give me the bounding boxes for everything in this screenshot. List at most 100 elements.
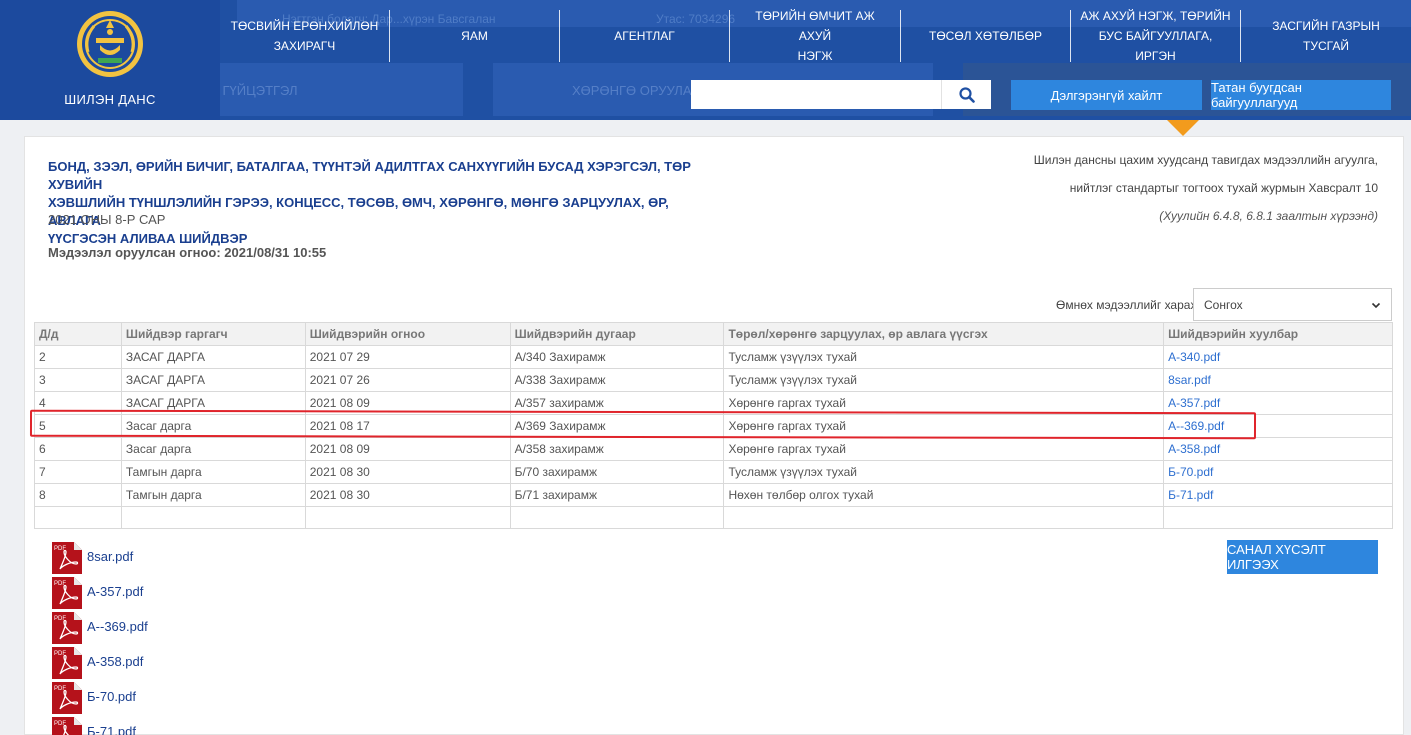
ghost-tab-investment-label: ХӨРӨНГӨ ОРУУЛАЛТ <box>572 83 709 98</box>
pdf-file-icon: PDF <box>52 612 82 644</box>
attachment-item[interactable]: PDF A--369.pdf <box>50 612 250 646</box>
chevron-down-icon <box>1371 302 1381 308</box>
regulation-note-line-2: нийтлэг стандартыг тогтоох тухай журмын … <box>1069 181 1378 195</box>
select-value: Сонгох <box>1204 297 1243 312</box>
cell-number: А/358 захирамж <box>509 437 725 461</box>
nav-label: ЗАСГИЙН ГАЗРЫН ТУСГАЙ <box>1272 19 1380 53</box>
cell-empty <box>120 506 306 529</box>
cell-empty <box>34 506 122 529</box>
pdf-file-icon: PDF <box>52 542 82 574</box>
cell-no: 7 <box>34 460 122 484</box>
col-header-number: Шийдвэрийн дугаар <box>509 322 725 346</box>
pdf-link[interactable]: A--369.pdf <box>1163 414 1393 438</box>
table-row: 2 ЗАСАГ ДАРГА 2021 07 29 А/340 Захирамж … <box>34 345 1393 369</box>
pdf-link[interactable]: 8sar.pdf <box>1163 368 1393 392</box>
cell-date: 2021 08 30 <box>304 483 511 507</box>
cell-number: Б/70 захирамж <box>509 460 725 484</box>
attachment-item[interactable]: PDF A-358.pdf <box>50 647 250 681</box>
cell-number: А/338 Захирамж <box>509 368 725 392</box>
nav-item-special-government[interactable]: ЗАСГИЙН ГАЗРЫН ТУСГАЙ <box>1241 10 1411 62</box>
table-row: 5 Засаг дарга 2021 08 17 А/369 Захирамж … <box>34 414 1393 438</box>
col-header-issuer: Шийдвэр гаргагч <box>120 322 306 346</box>
site-header: Нэгтгэн бодогч: Дар...хүрэн Бавсгалан Ут… <box>0 0 1411 120</box>
pdf-file-icon: PDF <box>52 647 82 679</box>
attachment-name[interactable]: A--369.pdf <box>87 619 148 634</box>
pdf-link[interactable]: Б-71.pdf <box>1163 483 1393 507</box>
pdf-file-icon: PDF <box>52 717 82 735</box>
cell-issuer: Засаг дарга <box>120 414 306 438</box>
document-title: БОНД, ЗЭЭЛ, ӨРИЙН БИЧИГ, БАТАЛГАА, ТҮҮНТ… <box>48 158 708 248</box>
attachment-item[interactable]: PDF 8sar.pdf <box>50 542 250 576</box>
nav-label: ТӨСӨЛ ХӨТӨЛБӨР <box>929 29 1042 43</box>
table-row: 3 ЗАСАГ ДАРГА 2021 07 26 А/338 Захирамж … <box>34 368 1393 392</box>
cell-number: А/340 Захирамж <box>509 345 725 369</box>
previous-info-select[interactable]: Сонгох <box>1193 288 1392 321</box>
main-nav: ТӨСВИЙН ЕРӨНХИЙЛӨН ЗАХИРАГЧ ЯАМ АГЕНТЛАГ … <box>220 9 1411 63</box>
cell-type: Хөрөнгө гаргах тухай <box>723 391 1165 415</box>
cell-no: 6 <box>34 437 122 461</box>
cell-no: 4 <box>34 391 122 415</box>
pdf-file-icon: PDF <box>52 682 82 714</box>
attachment-name[interactable]: 8sar.pdf <box>87 549 133 564</box>
cell-number: Б/71 захирамж <box>509 483 725 507</box>
cell-type: Хөрөнгө гаргах тухай <box>723 414 1165 438</box>
attachment-item[interactable]: PDF Б-71.pdf <box>50 717 250 735</box>
cell-date: 2021 08 17 <box>304 414 511 438</box>
attachment-name[interactable]: Б-71.pdf <box>87 724 136 735</box>
attachment-item[interactable]: PDF Б-70.pdf <box>50 682 250 716</box>
table-row: 4 ЗАСАГ ДАРГА 2021 08 09 А/357 захирамж … <box>34 391 1393 415</box>
nav-item-agency[interactable]: АГЕНТЛАГ <box>560 10 730 62</box>
cell-type: Тусламж үзүүлэх тухай <box>723 460 1165 484</box>
nav-label: ТӨРИЙН ӨМЧИТ АЖ АХУЙ <box>755 9 875 43</box>
table-row: 8 Тамгын дарга 2021 08 30 Б/71 захирамж … <box>34 483 1393 507</box>
entered-date: Мэдээлэл оруулсан огноо: 2021/08/31 10:5… <box>48 245 327 260</box>
cell-type: Тусламж үзүүлэх тухай <box>723 368 1165 392</box>
nav-item-businesses-ngo[interactable]: АЖ АХУЙ НЭГЖ, ТӨРИЙН БУС БАЙГУУЛЛАГА, ИРГ… <box>1071 9 1241 63</box>
nav-item-budget-governor[interactable]: ТӨСВИЙН ЕРӨНХИЙЛӨН ЗАХИРАГЧ <box>220 10 390 62</box>
cell-type: Тусламж үзүүлэх тухай <box>723 345 1165 369</box>
cell-no: 2 <box>34 345 122 369</box>
cell-date: 2021 08 30 <box>304 460 511 484</box>
cell-type: Хөрөнгө гаргах тухай <box>723 437 1165 461</box>
cell-issuer: ЗАСАГ ДАРГА <box>120 345 306 369</box>
cell-no: 3 <box>34 368 122 392</box>
send-feedback-button[interactable]: САНАЛ ХҮСЭЛТ ИЛГЭЭХ <box>1227 540 1378 574</box>
nav-label: НЭГЖ <box>797 49 833 63</box>
cell-date: 2021 08 09 <box>304 437 511 461</box>
cell-issuer: Тамгын дарга <box>120 483 306 507</box>
pdf-link[interactable]: A-357.pdf <box>1163 391 1393 415</box>
attachment-name[interactable]: A-357.pdf <box>87 584 143 599</box>
attachment-name[interactable]: Б-70.pdf <box>87 689 136 704</box>
cell-number: А/357 захирамж <box>509 391 725 415</box>
active-tab-caret <box>1167 120 1199 136</box>
cell-empty <box>1163 506 1393 529</box>
cell-empty <box>509 506 725 529</box>
attachment-name[interactable]: A-358.pdf <box>87 654 143 669</box>
previous-info-label: Өмнөх мэдээллийг харах <box>1056 298 1197 312</box>
cell-type: Нөхөн төлбөр олгох тухай <box>723 483 1165 507</box>
decisions-table: Д/д Шийдвэр гаргагч Шийдвэрийн огноо Ший… <box>34 322 1393 529</box>
search-button[interactable] <box>941 80 991 109</box>
pdf-link[interactable]: A-358.pdf <box>1163 437 1393 461</box>
document-period: 2021 ОНЫ 8-Р САР <box>48 212 166 227</box>
pdf-link[interactable]: A-340.pdf <box>1163 345 1393 369</box>
nav-label: ЗАХИРАГЧ <box>273 39 336 53</box>
nav-item-projects[interactable]: ТӨСӨЛ ХӨТӨЛБӨР <box>901 10 1071 62</box>
nav-label: АЖ АХУЙ НЭГЖ, ТӨРИЙН <box>1080 9 1231 23</box>
site-title: ШИЛЭН ДАНС <box>64 92 156 107</box>
pdf-link[interactable]: Б-70.pdf <box>1163 460 1393 484</box>
attachment-item[interactable]: PDF A-357.pdf <box>50 577 250 611</box>
search-input[interactable] <box>691 80 941 109</box>
table-row-empty <box>34 506 1393 529</box>
cell-issuer: ЗАСАГ ДАРГА <box>120 368 306 392</box>
table-header-row: Д/д Шийдвэр гаргагч Шийдвэрийн огноо Ший… <box>34 322 1393 346</box>
cell-no: 5 <box>34 414 122 438</box>
nav-item-state-enterprise[interactable]: ТӨРИЙН ӨМЧИТ АЖ АХУЙ НЭГЖ <box>730 9 901 63</box>
nav-item-ministry[interactable]: ЯАМ <box>390 10 560 62</box>
nav-label: БУС БАЙГУУЛЛАГА, ИРГЭН <box>1098 29 1213 63</box>
table-row: 7 Тамгын дарга 2021 08 30 Б/70 захирамж … <box>34 460 1393 484</box>
advanced-search-button[interactable]: Дэлгэрэнгүй хайлт <box>1011 80 1202 110</box>
dissolved-orgs-button[interactable]: Татан буугдсан байгууллагууд <box>1211 80 1391 110</box>
site-logo[interactable]: ШИЛЭН ДАНС <box>0 0 220 120</box>
col-header-type: Төрөл/хөрөнгө зарцуулах, өр авлага үүсгэ… <box>723 322 1165 346</box>
